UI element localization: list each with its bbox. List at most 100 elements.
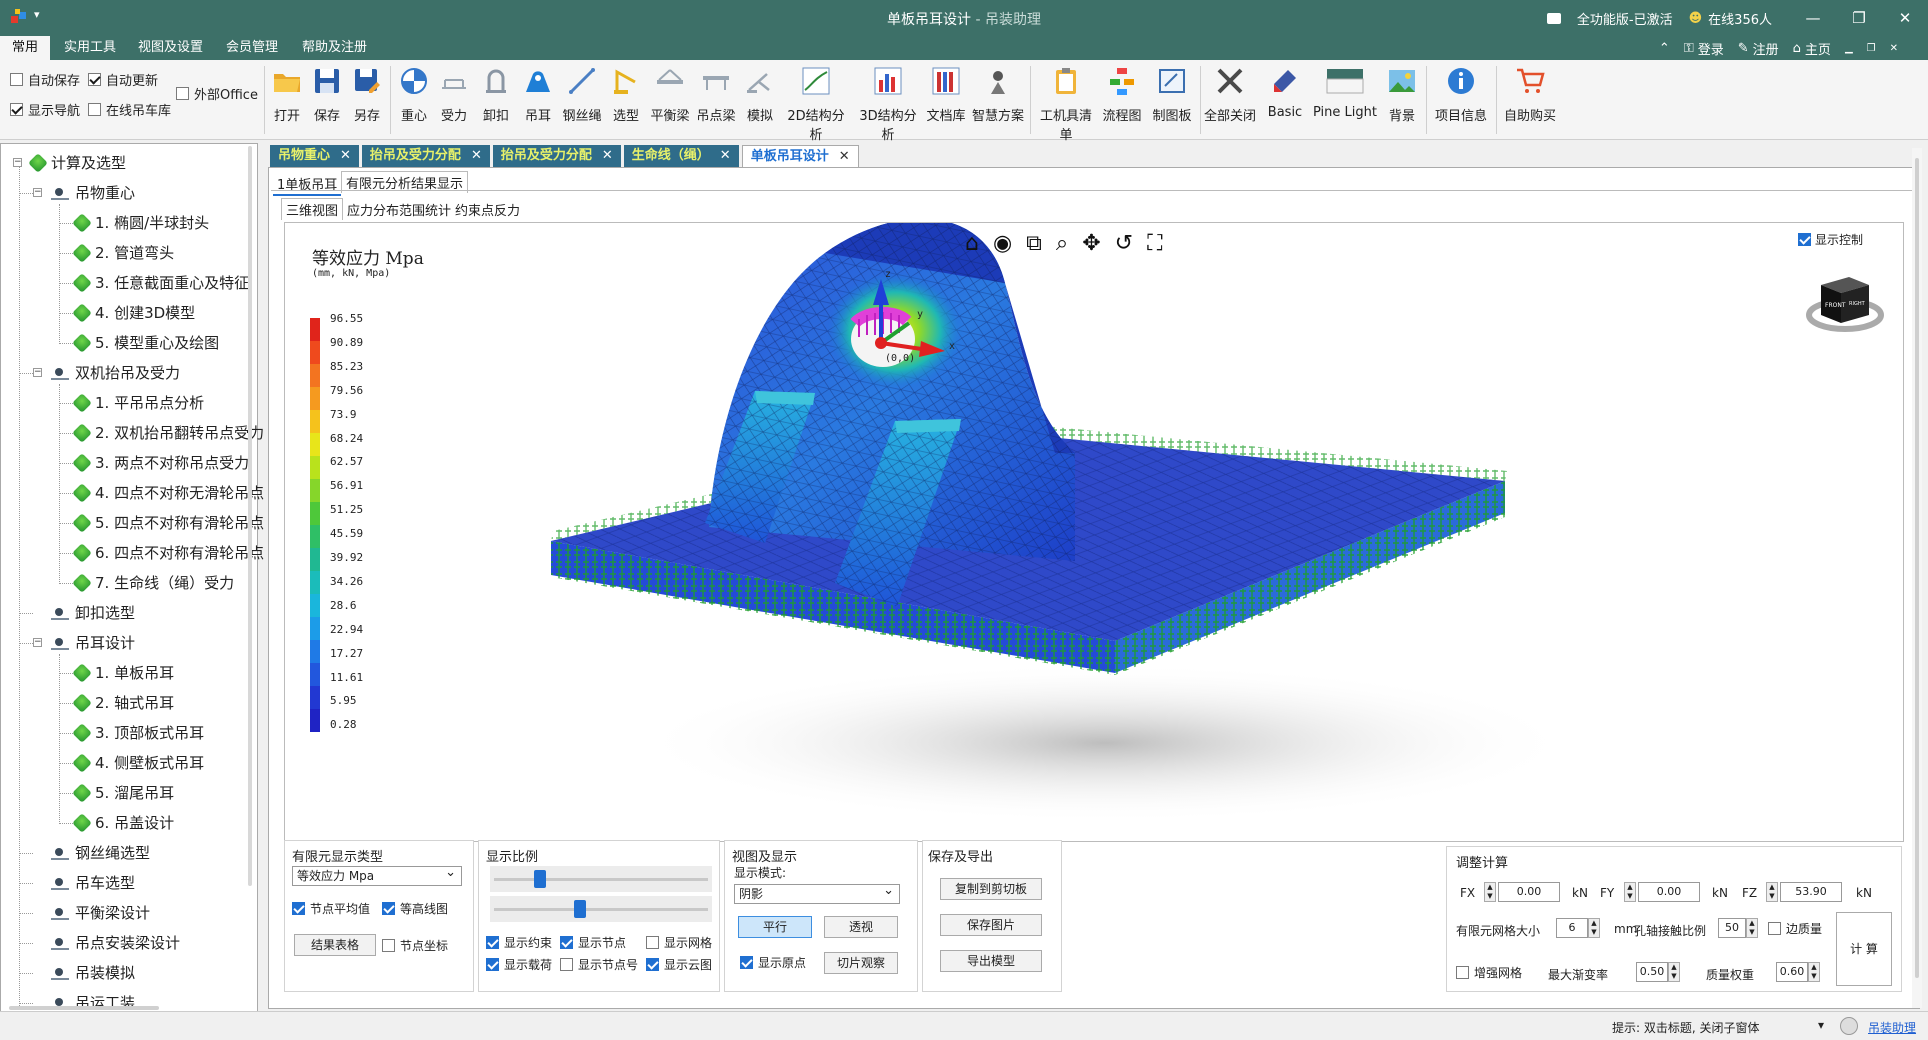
tree-group[interactable]: 吊车选型 — [51, 872, 135, 893]
background-button[interactable]: 背景 — [1382, 66, 1422, 138]
force-button[interactable]: 受力 — [436, 66, 472, 138]
tree-group[interactable]: 吊物重心 — [51, 182, 135, 203]
register-link[interactable]: ✎ 注册 — [1738, 39, 1779, 58]
perspective-button[interactable]: 透视 — [824, 916, 898, 938]
tree-group[interactable]: 吊耳设计 — [51, 632, 135, 653]
doc-tab-dual-lift[interactable]: 抬吊及受力分配 ✕ — [361, 145, 490, 167]
show-cloud-option[interactable]: 显示云图 — [646, 956, 712, 973]
edge-mass-option[interactable]: 边质量 — [1768, 920, 1822, 937]
tab-close-icon[interactable]: ✕ — [720, 145, 731, 167]
tree-leaf-item[interactable]: 5. 四点不对称有滑轮吊点 — [72, 512, 264, 533]
simulate-button[interactable]: 模拟 — [742, 66, 778, 138]
show-mesh-option[interactable]: 显示网格 — [646, 934, 712, 951]
tree-root[interactable]: 计算及选型 — [28, 152, 126, 173]
tree-leaf-item[interactable]: 2. 轴式吊耳 — [72, 692, 174, 713]
max-gradient-spinner[interactable]: ▲ ▼ — [1668, 962, 1680, 982]
mesh-size-spinner[interactable]: ▲ ▼ — [1588, 918, 1600, 938]
node-coords-checkbox[interactable] — [382, 939, 395, 952]
tab-membership[interactable]: 会员管理 — [214, 36, 290, 60]
show-constraint-option[interactable]: 显示约束 — [486, 934, 552, 951]
eye-view-icon[interactable]: ◉ — [993, 231, 1012, 256]
zoom-icon[interactable]: ⌕ — [1056, 231, 1068, 256]
show-cloud-checkbox[interactable] — [646, 958, 659, 971]
show-load-option[interactable]: 显示载荷 — [486, 956, 552, 973]
tab-tools[interactable]: 实用工具 — [52, 36, 128, 60]
scale-slider-2-thumb[interactable] — [574, 900, 586, 918]
mesh-size-input[interactable]: 6 — [1556, 918, 1588, 938]
mdi-minimize-icon[interactable]: ▁ — [1845, 43, 1853, 54]
tree-scrollbar[interactable] — [247, 146, 255, 886]
refine-mesh-checkbox[interactable] — [1456, 966, 1469, 979]
tree-leaf-item[interactable]: 7. 生命线（绳）受力 — [72, 572, 234, 593]
mdi-close-icon[interactable]: ✕ — [1890, 43, 1898, 54]
node-avg-option[interactable]: 节点平均值 — [292, 900, 370, 917]
shop-button[interactable]: 自助购买 — [1500, 66, 1560, 138]
show-node-no-checkbox[interactable] — [560, 958, 573, 971]
tab-close-icon[interactable]: ✕ — [471, 145, 482, 167]
show-nav-option[interactable]: 显示导航 — [10, 100, 80, 119]
calculate-button[interactable]: 计 算 — [1836, 912, 1892, 986]
contour-checkbox[interactable] — [382, 902, 395, 915]
contact-ratio-input[interactable]: 50 — [1718, 918, 1746, 938]
fy-input[interactable]: 0.00 — [1638, 882, 1700, 902]
tree-leaf-item[interactable]: 3. 两点不对称吊点受力 — [72, 452, 249, 473]
tree-group[interactable]: 卸扣选型 — [51, 602, 135, 623]
tab-close-icon[interactable]: ✕ — [340, 145, 351, 167]
external-office-option[interactable]: 外部Office — [176, 84, 258, 103]
tree-leaf-item[interactable]: 3. 任意截面重心及特征 — [72, 272, 249, 293]
tree-leaf-item[interactable]: 4. 创建3D模型 — [72, 302, 195, 323]
flowchart-button[interactable]: 流程图 — [1100, 66, 1144, 138]
parallel-button[interactable]: 平行 — [738, 916, 812, 938]
view-tab-reaction[interactable]: 约束点反力 — [451, 199, 524, 220]
lifting-beam-button[interactable]: 吊点梁 — [694, 66, 738, 138]
save-image-button[interactable]: 保存图片 — [940, 914, 1042, 936]
tree-group-expander[interactable]: − — [33, 188, 42, 197]
tree-group[interactable]: 吊装模拟 — [51, 962, 135, 983]
autosave-checkbox[interactable] — [10, 73, 23, 86]
show-mesh-checkbox[interactable] — [646, 936, 659, 949]
tree-leaf-item[interactable]: 2. 双机抬吊翻转吊点受力 — [72, 422, 264, 443]
tree-leaf-item[interactable]: 1. 单板吊耳 — [72, 662, 174, 683]
tree-leaf-item[interactable]: 1. 椭圆/半球封头 — [72, 212, 209, 233]
save-as-button[interactable]: 另存 — [350, 66, 384, 138]
mdi-restore-icon[interactable]: ❐ — [1867, 43, 1876, 54]
display-mode-select[interactable]: 阴影 — [734, 882, 900, 904]
fz-spinner[interactable]: ▲ ▼ — [1766, 882, 1778, 902]
doclib-button[interactable]: 文档库 — [924, 66, 968, 138]
tree-leaf-item[interactable]: 6. 四点不对称有滑轮吊点 — [72, 542, 264, 563]
result-table-button[interactable]: 结果表格 — [294, 934, 376, 956]
drawing-board-button[interactable]: 制图板 — [1148, 66, 1196, 138]
tree-leaf-item[interactable]: 4. 四点不对称无滑轮吊点 — [72, 482, 264, 503]
max-gradient-input[interactable]: 0.50 — [1636, 962, 1668, 982]
login-link[interactable]: ⚿ 登录 — [1684, 39, 1724, 58]
tree-leaf-item[interactable]: 3. 顶部板式吊耳 — [72, 722, 204, 743]
home-view-icon[interactable]: ⌂ — [965, 231, 979, 256]
view-tab-stress-stats[interactable]: 应力分布范围统计 — [343, 199, 455, 220]
selection-button[interactable]: 选型 — [608, 66, 644, 138]
zoom-window-icon[interactable]: ⧉ — [1026, 231, 1042, 256]
pan-icon[interactable]: ✥ — [1082, 231, 1100, 256]
assistant-link[interactable]: 吊装助理 — [1868, 1019, 1916, 1036]
tree-group-expander[interactable]: − — [33, 638, 42, 647]
wire-rope-button[interactable]: 钢丝绳 — [560, 66, 604, 138]
doc-tab-cog[interactable]: 吊物重心 ✕ — [270, 145, 359, 167]
fea3d-button[interactable]: 3D结构分析 — [854, 66, 922, 143]
show-nodes-option[interactable]: 显示节点 — [560, 934, 626, 951]
tab-help[interactable]: 帮助及注册 — [290, 36, 379, 60]
maximize-button[interactable]: ❐ — [1836, 9, 1882, 27]
scale-slider-1-thumb[interactable] — [534, 870, 546, 888]
content-scrollbar[interactable] — [1912, 148, 1922, 1008]
home-link[interactable]: ⌂ 主页 — [1793, 39, 1831, 58]
tree-group[interactable]: 平衡梁设计 — [51, 902, 150, 923]
tree-hscrollbar[interactable] — [9, 1006, 159, 1010]
view-cube[interactable]: FRONT RIGHT — [1805, 259, 1885, 339]
fea-model-render[interactable]: z x y (0,0) — [285, 223, 1903, 841]
tab-close-icon[interactable]: ✕ — [839, 146, 850, 167]
tree-group[interactable]: 双机抬吊及受力 — [51, 362, 180, 383]
tree-leaf-item[interactable]: 4. 侧壁板式吊耳 — [72, 752, 204, 773]
copy-clipboard-button[interactable]: 复制到剪切板 — [940, 878, 1042, 900]
online-crane-option[interactable]: 在线吊车库 — [88, 100, 171, 119]
display-control-checkbox[interactable] — [1797, 233, 1811, 246]
external-office-checkbox[interactable] — [176, 87, 189, 100]
contact-ratio-spinner[interactable]: ▲ ▼ — [1746, 918, 1758, 938]
